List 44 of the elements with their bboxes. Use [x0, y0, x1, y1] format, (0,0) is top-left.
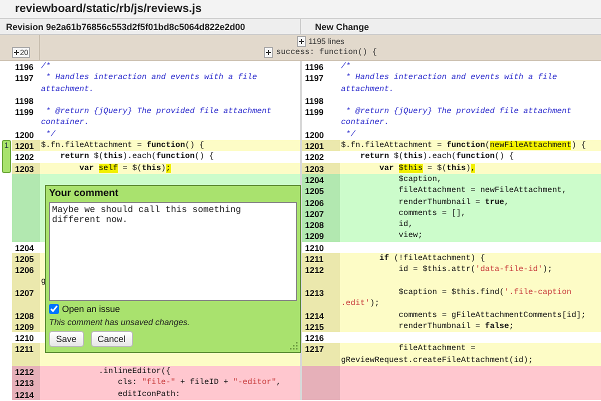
line-number: 1207	[12, 286, 40, 310]
blank-diff-cell	[12, 230, 40, 242]
line-number: 1213	[12, 377, 40, 389]
dialog-title: Your comment	[49, 188, 120, 199]
checkbox-label: Open an issue	[62, 304, 120, 314]
resize-grip-icon[interactable]	[290, 342, 298, 350]
line-number: 1217	[300, 343, 340, 366]
blank-diff-cell	[300, 388, 340, 400]
file-title: reviewboard/static/rb/js/reviews.js	[0, 0, 601, 19]
expand-context-link[interactable]: success: function() {	[264, 47, 377, 58]
new-change-header: New Change	[300, 19, 601, 34]
line-number: 1210	[12, 332, 40, 344]
line-number: 1203	[300, 162, 340, 174]
issue-checkbox[interactable]	[49, 304, 59, 314]
line-number: 1208	[300, 219, 340, 230]
comment-field[interactable]: Maybe we should call this something different now.	[49, 202, 297, 301]
line-number: 1213	[300, 286, 340, 310]
line-number: 1206	[12, 264, 40, 287]
line-number: 1208	[12, 310, 40, 321]
line-number: 1209	[300, 230, 340, 242]
blank-diff-cell	[12, 174, 40, 186]
comment-flag[interactable]: 1	[2, 140, 11, 174]
revision-header: Revision 9e2a61b76856c553d2f5f01bd8c5064d822e2d00	[5, 20, 246, 34]
unsaved-status: This comment has unsaved changes.	[49, 317, 191, 327]
line-number: 1211	[12, 343, 40, 366]
line-number: 1216	[300, 332, 340, 344]
cancel-button[interactable]: Cancel	[90, 331, 133, 347]
line-number: 1203	[12, 162, 40, 174]
line-number: 1212	[300, 264, 340, 287]
expand-lines-link[interactable]: 1195 lines	[296, 36, 344, 47]
blank-diff-cell	[300, 366, 340, 378]
save-button[interactable]: Save	[49, 331, 84, 347]
line-number: 1201	[300, 140, 340, 152]
line-number: 1214	[12, 388, 40, 400]
line-number: 1205	[300, 185, 340, 197]
line-number: 1211	[300, 253, 340, 264]
line-number: 1205	[12, 253, 40, 264]
line-number: 1204	[300, 174, 340, 186]
line-number: 1212	[12, 366, 40, 378]
line-number: 1201	[12, 140, 40, 152]
plus-icon	[266, 50, 272, 55]
line-number: 1209	[12, 320, 40, 332]
plus-icon	[298, 39, 304, 44]
plus-icon	[14, 50, 19, 55]
